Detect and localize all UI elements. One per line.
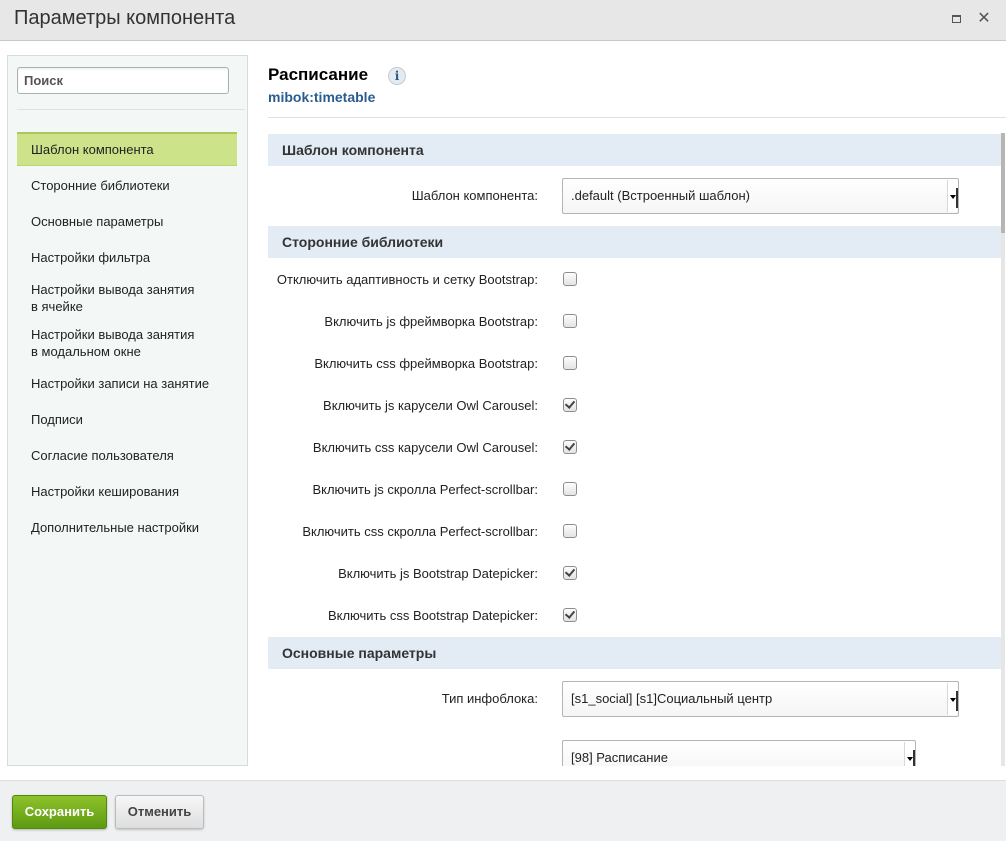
- window-title: Параметры компонента: [14, 7, 236, 29]
- chevron-down-icon: [904, 742, 915, 766]
- option-label: Включить js фреймворка Bootstrap:: [324, 314, 538, 329]
- sidebar-item-signup[interactable]: Настройки записи на занятие: [17, 375, 223, 392]
- header-divider: [268, 117, 1006, 118]
- iblock-select[interactable]: [98] Расписание: [562, 740, 916, 766]
- option-label: Включить css фреймворка Bootstrap:: [314, 356, 538, 371]
- sidebar-item-cell-output[interactable]: Настройки вывода занятия в ячейке: [17, 281, 217, 315]
- sidebar: Шаблон компонента Сторонние библиотеки О…: [7, 55, 248, 766]
- search-input[interactable]: [17, 67, 229, 94]
- sidebar-item-libraries[interactable]: Сторонние библиотеки: [17, 177, 184, 194]
- checkbox-datepicker-css[interactable]: [563, 608, 577, 622]
- sidebar-item-captions[interactable]: Подписи: [17, 411, 97, 428]
- option-label: Включить js Bootstrap Datepicker:: [338, 566, 538, 581]
- checkbox-datepicker-js[interactable]: [563, 566, 577, 580]
- content-scrollbar[interactable]: [1001, 133, 1005, 766]
- section-main-params: Основные параметры: [268, 637, 1001, 669]
- option-label: Включить css скролла Perfect-scrollbar:: [302, 524, 538, 539]
- sidebar-item-main-params[interactable]: Основные параметры: [17, 213, 177, 230]
- component-code: mibok:timetable: [268, 89, 376, 105]
- checkbox-perfect-scrollbar-js[interactable]: [563, 482, 577, 496]
- checkbox-bootstrap-js[interactable]: [563, 314, 577, 328]
- section-libraries: Сторонние библиотеки: [268, 226, 1001, 258]
- option-label: Отключить адаптивность и сетку Bootstrap…: [276, 272, 538, 287]
- option-label: Включить js скролла Perfect-scrollbar:: [312, 482, 538, 497]
- iblock-type-label: Тип инфоблока:: [441, 691, 538, 706]
- checkbox-bootstrap-css[interactable]: [563, 356, 577, 370]
- iblock-type-select[interactable]: [s1_social] [s1]Социальный центр: [562, 681, 959, 717]
- sidebar-item-extra[interactable]: Дополнительные настройки: [17, 519, 213, 536]
- save-button[interactable]: Сохранить: [12, 795, 107, 829]
- option-label: Включить css Bootstrap Datepicker:: [327, 608, 538, 623]
- sidebar-item-filter[interactable]: Настройки фильтра: [17, 249, 164, 266]
- sidebar-divider: [17, 109, 245, 110]
- checkbox-owl-js[interactable]: [563, 398, 577, 412]
- checkmark-icon: [564, 608, 576, 619]
- checkmark-icon: [564, 398, 576, 409]
- settings-panel: Расписание i mibok:timetable Шаблон комп…: [256, 55, 1006, 766]
- section-template: Шаблон компонента: [268, 134, 1001, 166]
- checkmark-icon: [564, 440, 576, 451]
- option-label: Включить js карусели Owl Carousel:: [323, 398, 538, 413]
- scrollbar-thumb[interactable]: [1001, 133, 1005, 233]
- sidebar-item-modal-output[interactable]: Настройки вывода занятия в модальном окн…: [17, 326, 217, 360]
- maximize-icon: [951, 15, 961, 23]
- sidebar-nav: Шаблон компонента Сторонние библиотеки О…: [17, 132, 237, 535]
- close-icon: ✕: [977, 10, 991, 27]
- template-select[interactable]: .default (Встроенный шаблон): [562, 178, 959, 214]
- dialog-footer: Сохранить Отменить: [0, 780, 1006, 841]
- sidebar-item-caching[interactable]: Настройки кеширования: [17, 483, 193, 500]
- chevron-down-icon: [947, 683, 958, 715]
- template-select-value: .default (Встроенный шаблон): [571, 188, 750, 203]
- checkbox-disable-bootstrap-grid[interactable]: [563, 272, 577, 286]
- window-titlebar: Параметры компонента ✕: [0, 0, 1006, 41]
- chevron-down-icon: [947, 180, 958, 212]
- option-label: Включить css карусели Owl Carousel:: [312, 440, 538, 455]
- maximize-button[interactable]: [947, 10, 965, 28]
- iblock-select-value: [98] Расписание: [571, 750, 668, 765]
- cancel-button[interactable]: Отменить: [115, 795, 204, 829]
- info-icon[interactable]: i: [388, 67, 406, 85]
- template-label: Шаблон компонента:: [411, 188, 538, 203]
- component-title: Расписание: [268, 65, 369, 84]
- sidebar-item-consent[interactable]: Согласие пользователя: [17, 447, 188, 464]
- checkbox-owl-css[interactable]: [563, 440, 577, 454]
- iblock-type-select-value: [s1_social] [s1]Социальный центр: [571, 691, 773, 706]
- close-button[interactable]: ✕: [975, 10, 993, 28]
- checkmark-icon: [564, 566, 576, 577]
- checkbox-perfect-scrollbar-css[interactable]: [563, 524, 577, 538]
- sidebar-item-template[interactable]: Шаблон компонента: [17, 132, 237, 166]
